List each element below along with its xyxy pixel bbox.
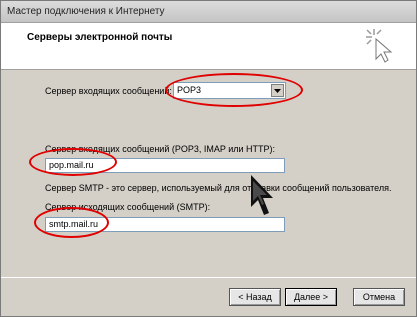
wizard-cursor-icon — [366, 29, 393, 63]
cancel-button[interactable]: Отмена — [353, 288, 405, 306]
mouse-pointer-icon — [251, 175, 273, 215]
page-heading: Серверы электронной почты — [27, 32, 173, 43]
footer-separator — [1, 277, 416, 278]
wizard-footer: < Назад Далее > Отмена — [1, 279, 416, 316]
wizard-window: Мастер подключения к Интернету Серверы э… — [0, 0, 417, 317]
annotation-ellipse-type — [165, 73, 303, 107]
wizard-content: Сервер входящих сообщений: POP3 Сервер в… — [1, 71, 416, 276]
incoming-type-label: Сервер входящих сообщений: — [45, 86, 172, 96]
title-bar: Мастер подключения к Интернету — [1, 1, 416, 23]
smtp-hint-text: Сервер SMTP - это сервер, используемый д… — [45, 183, 392, 193]
next-button[interactable]: Далее > — [285, 288, 337, 306]
annotation-ellipse-incoming — [29, 148, 117, 176]
annotation-ellipse-outgoing — [34, 207, 109, 238]
back-button[interactable]: < Назад — [229, 288, 281, 306]
window-title: Мастер подключения к Интернету — [7, 6, 165, 17]
wizard-header: Серверы электронной почты — [1, 23, 416, 70]
